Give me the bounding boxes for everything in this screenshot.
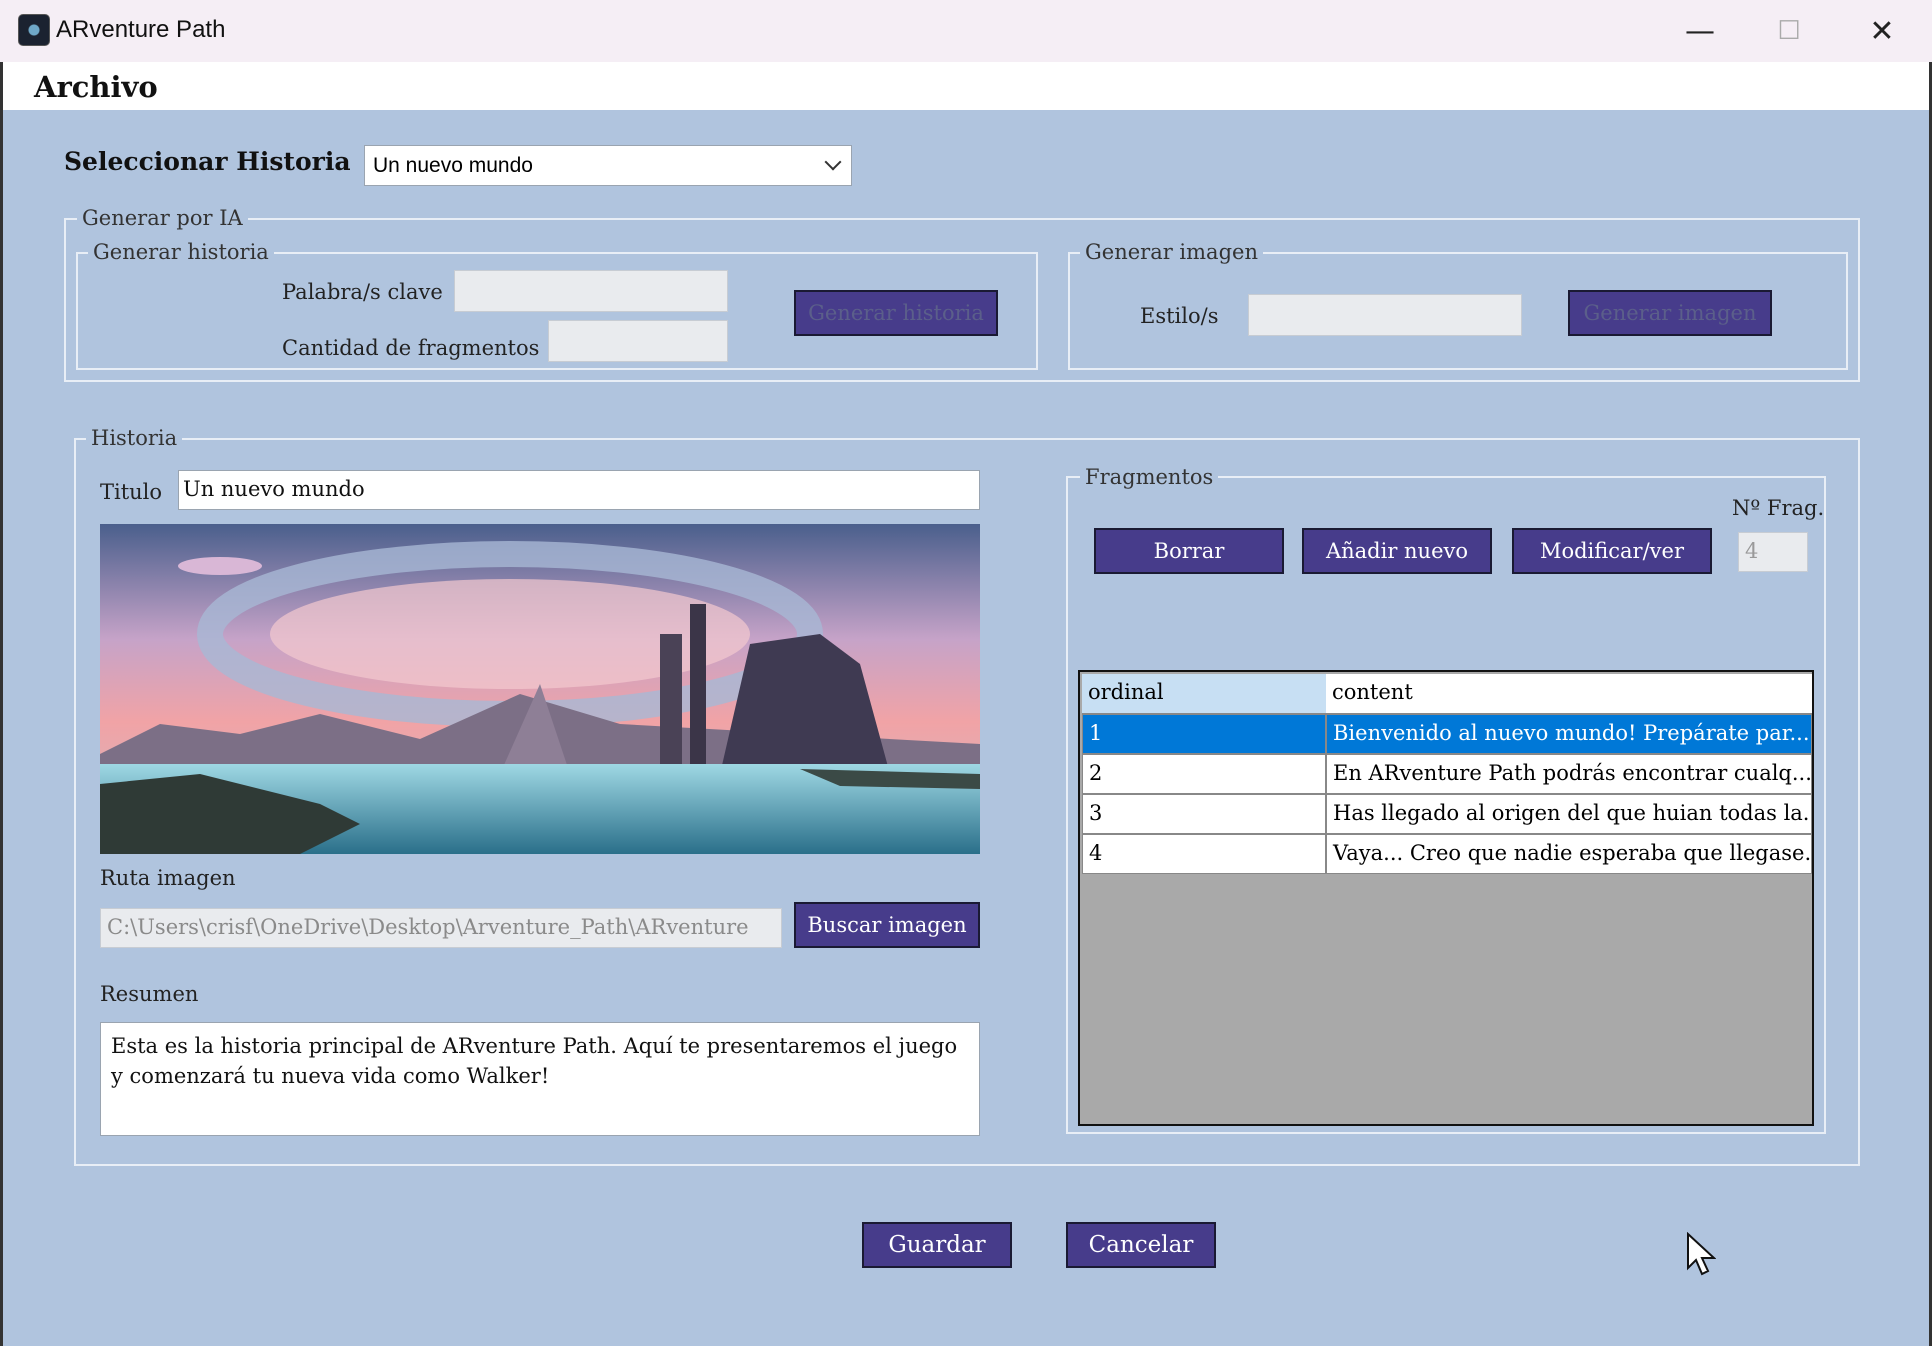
table-cell-ordinal[interactable]: 1 — [1082, 714, 1326, 754]
table-cell-ordinal[interactable]: 3 — [1082, 794, 1326, 834]
window-title: ARventure Path — [56, 16, 226, 43]
story-select[interactable]: Un nuevo mundo — [364, 145, 852, 186]
image-path-input[interactable]: C:\Users\crisf\OneDrive\Desktop\Arventur… — [100, 908, 782, 948]
keywords-input[interactable] — [454, 270, 728, 312]
table-cell-content[interactable]: Bienvenido al nuevo mundo! Prepárate par… — [1326, 714, 1812, 754]
summary-label: Resumen — [100, 982, 199, 1006]
generate-story-legend: Generar historia — [88, 240, 274, 264]
fragments-legend: Fragmentos — [1080, 465, 1219, 489]
column-header-ordinal[interactable]: ordinal — [1082, 674, 1326, 714]
minimize-icon: — — [1685, 13, 1715, 49]
table-cell-content[interactable]: En ARventure Path podrás encontrar cualq… — [1326, 754, 1812, 794]
title-input[interactable]: Un nuevo mundo — [178, 470, 980, 510]
generate-image-legend: Generar imagen — [1080, 240, 1263, 264]
fragments-table[interactable]: ordinal content 1 Bienvenido al nuevo mu… — [1078, 670, 1814, 1126]
table-cell-ordinal[interactable]: 2 — [1082, 754, 1326, 794]
style-input[interactable] — [1248, 294, 1522, 336]
fragment-count-input[interactable] — [548, 320, 728, 362]
menu-archivo[interactable]: Archivo — [34, 70, 158, 104]
chevron-down-icon — [824, 153, 842, 171]
add-fragment-button[interactable]: Añadir nuevo — [1302, 528, 1492, 574]
maximize-button[interactable]: ☐ — [1743, 0, 1835, 62]
save-button[interactable]: Guardar — [862, 1222, 1012, 1268]
generate-image-button[interactable]: Generar imagen — [1568, 290, 1772, 336]
close-button[interactable]: ✕ — [1836, 0, 1928, 62]
keywords-label: Palabra/s clave — [282, 280, 443, 304]
style-label: Estilo/s — [1140, 304, 1219, 328]
ia-group-legend: Generar por IA — [77, 206, 248, 230]
fragment-count-label: Cantidad de fragmentos — [282, 336, 540, 360]
close-icon: ✕ — [1869, 13, 1895, 49]
table-cell-content[interactable]: Has llegado al origen del que huian toda… — [1326, 794, 1812, 834]
n-frag-label: Nº Frag. — [1732, 496, 1825, 520]
search-image-button[interactable]: Buscar imagen — [794, 902, 980, 948]
title-label: Titulo — [100, 480, 163, 504]
summary-textarea[interactable]: Esta es la historia principal de ARventu… — [100, 1022, 980, 1136]
minimize-button[interactable]: — — [1654, 0, 1746, 62]
generate-story-button[interactable]: Generar historia — [794, 290, 998, 336]
cancel-button[interactable]: Cancelar — [1066, 1222, 1216, 1268]
maximize-icon: ☐ — [1777, 16, 1801, 46]
table-cell-ordinal[interactable]: 4 — [1082, 834, 1326, 874]
menu-bar — [0, 62, 1932, 110]
n-frag-input[interactable]: 4 — [1738, 532, 1808, 572]
story-image — [100, 524, 980, 854]
table-cell-content[interactable]: Vaya... Creo que nadie esperaba que lleg… — [1326, 834, 1812, 874]
window-border-left — [0, 62, 3, 1346]
delete-fragment-button[interactable]: Borrar — [1094, 528, 1284, 574]
title-bar — [0, 0, 1932, 62]
select-story-label: Seleccionar Historia — [64, 147, 351, 176]
app-logo-icon — [18, 14, 50, 46]
story-image-landscape — [100, 524, 980, 854]
mouse-cursor-icon — [1687, 1232, 1716, 1276]
image-path-label: Ruta imagen — [100, 866, 236, 890]
historia-legend: Historia — [86, 426, 183, 450]
modify-fragment-button[interactable]: Modificar/ver — [1512, 528, 1712, 574]
column-header-content[interactable]: content — [1326, 674, 1812, 714]
story-select-value: Un nuevo mundo — [373, 154, 533, 177]
